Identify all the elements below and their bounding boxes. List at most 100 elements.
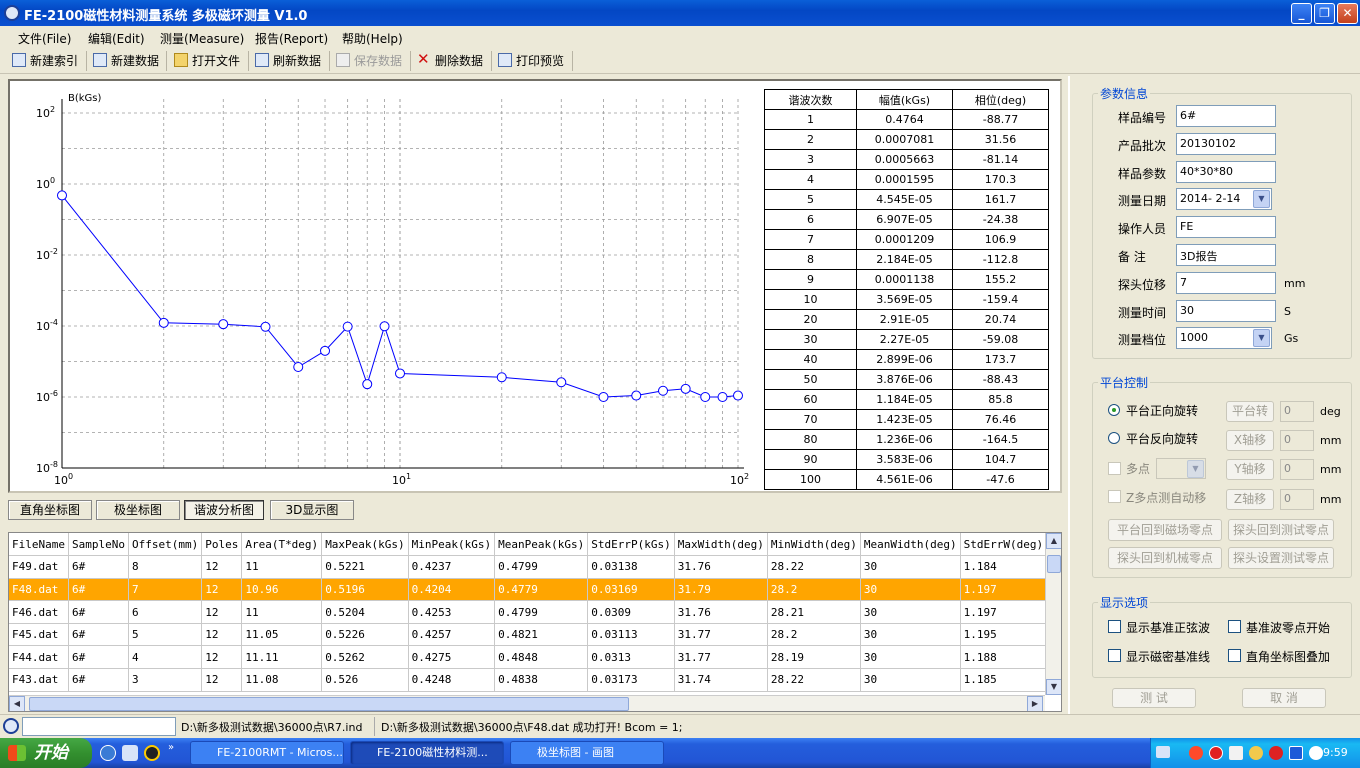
show-sine-checkbox[interactable] [1108,620,1121,633]
param-input[interactable]: 2014- 2-14 ▼ [1176,188,1272,211]
menu-help[interactable]: 帮助(Help) [342,30,403,47]
grid-header-cell[interactable]: MaxWidth(deg) [674,533,768,557]
print-preview-button[interactable]: 打印预览 [498,52,564,70]
param-input[interactable]: 3D报告 [1176,244,1276,266]
grid-cell[interactable]: 0.5196 [321,578,409,602]
param-input[interactable]: 7 [1176,271,1276,294]
grid-cell[interactable]: 12 [201,645,243,670]
tab-cartesian[interactable]: 直角坐标图 [8,500,92,520]
grid-cell[interactable]: 0.0309 [587,600,675,624]
param-input[interactable]: 40*30*80 [1176,160,1276,183]
grid-cell[interactable]: 11.05 [241,623,323,647]
axis-move-button[interactable]: X轴移 [1226,430,1274,452]
grid-cell[interactable]: 28.19 [767,645,861,670]
grid-cell[interactable]: F46.dat [9,600,69,624]
axis-move-button[interactable]: 平台转 [1226,401,1274,422]
grid-header-cell[interactable]: MinWidth(deg) [767,533,861,557]
menu-edit[interactable]: 编辑(Edit) [88,30,145,47]
grid-cell[interactable]: 12 [201,555,243,579]
grid-cell[interactable]: 30 [860,668,961,692]
grid-cell[interactable]: 1.188 [960,645,1048,670]
grid-header-cell[interactable]: SampleNo [68,533,129,557]
grid-cell[interactable]: 0.4248 [408,668,496,692]
grid-cell[interactable]: 0.03173 [587,668,675,692]
probe-to-mech-zero-button[interactable]: 探头回到机械零点 [1108,547,1222,569]
grid-cell[interactable]: 28.22 [767,555,861,579]
volume-icon[interactable] [1229,746,1243,760]
grid-cell[interactable]: 30 [860,645,961,670]
grid-cell[interactable]: 0.4848 [494,645,589,670]
horizontal-scroll-thumb[interactable] [29,697,629,711]
scroll-up-icon[interactable]: ▲ [1046,533,1061,549]
grid-header-cell[interactable]: StdErrW(deg) [960,533,1048,557]
grid-cell[interactable]: 0.5221 [321,555,409,579]
grid-cell[interactable]: 12 [201,578,243,602]
minimize-button[interactable]: _ [1291,3,1312,24]
grid-header-cell[interactable]: Offset(mm) [128,533,203,557]
grid-cell[interactable]: 0.4799 [494,600,589,624]
grid-cell[interactable]: 31.76 [674,600,768,624]
grid-cell[interactable]: 0.5262 [321,645,409,670]
grid-cell[interactable]: 8 [128,555,203,579]
grid-header-cell[interactable]: StdErrP(kGs) [587,533,675,557]
grid-cell[interactable]: 0.03169 [587,578,675,602]
status-input[interactable] [22,717,176,736]
grid-cell[interactable]: 6# [68,645,129,670]
ie-quicklaunch-icon[interactable] [100,745,116,761]
grid-cell[interactable]: 11 [241,555,323,579]
app-icon[interactable] [4,5,20,21]
cartesian-overlay-checkbox[interactable] [1228,649,1241,662]
param-input[interactable]: 30 [1176,299,1276,322]
grid-cell[interactable]: 30 [860,578,961,602]
grid-cell[interactable]: 30 [860,600,961,624]
ref-zero-start-checkbox[interactable] [1228,620,1241,633]
grid-cell[interactable]: 6 [128,600,203,624]
keyboard-icon[interactable] [1156,746,1170,758]
grid-cell[interactable]: F43.dat [9,668,69,692]
show-desktop-icon[interactable] [122,745,138,761]
grid-cell[interactable]: F49.dat [9,555,69,579]
menu-measure[interactable]: 测量(Measure) [160,30,244,47]
task-paint[interactable]: 极坐标图 - 画图 [510,741,664,765]
qq-icon[interactable] [144,745,160,761]
axis-value-input[interactable]: 0 [1280,488,1314,510]
menu-file[interactable]: 文件(File) [18,30,71,47]
grid-cell[interactable]: 0.03113 [587,623,675,647]
new-data-button[interactable]: 新建数据 [93,52,159,70]
grid-cell[interactable]: 28.2 [767,623,861,647]
grid-header-cell[interactable]: MaxPeak(kGs) [321,533,409,557]
table-row[interactable]: F49.dat 6# 8 12 11 0.5221 0.4237 0.4799 0.03138 3… [9,555,1048,579]
grid-header-cell[interactable]: Area(T*deg) [241,533,323,557]
grid-cell[interactable]: 3 [128,668,203,692]
grid-cell[interactable]: 11 [241,600,323,624]
grid-cell[interactable]: 0.4799 [494,555,589,579]
param-input[interactable]: 20130102 [1176,132,1276,155]
grid-cell[interactable]: 0.4204 [408,578,496,602]
param-input[interactable]: 1000 ▼ [1176,327,1272,350]
grid-cell[interactable]: 6# [68,578,129,602]
grid-cell[interactable]: 28.22 [767,668,861,692]
grid-header-cell[interactable]: MeanWidth(deg) [860,533,961,557]
grid-cell[interactable]: 0.5226 [321,623,409,647]
grid-cell[interactable]: 10.96 [241,578,323,602]
multipoint-select[interactable]: ▼ [1156,458,1206,479]
task-fe2100rmt[interactable]: FE-2100RMT - Micros... [190,741,344,765]
multipoint-checkbox[interactable] [1108,462,1121,475]
param-input[interactable]: FE [1176,216,1276,239]
grid-cell[interactable]: 30 [860,623,961,647]
grid-cell[interactable]: 0.03138 [587,555,675,579]
grid-cell[interactable]: 0.4838 [494,668,589,692]
probe-to-test-zero-button[interactable]: 探头回到测试零点 [1228,519,1334,541]
refresh-data-button[interactable]: 刷新数据 [255,52,321,70]
clock-sync-icon[interactable] [1309,746,1323,760]
axis-move-button[interactable]: Y轴移 [1226,459,1274,481]
axis-value-input[interactable]: 0 [1280,401,1314,422]
grid-cell[interactable]: 0.526 [321,668,409,692]
axis-value-input[interactable]: 0 [1280,459,1314,481]
grid-cell[interactable]: 6# [68,668,129,692]
grid-cell[interactable]: 31.79 [674,578,768,602]
grid-cell[interactable]: 0.4821 [494,623,589,647]
grid-cell[interactable]: 0.4257 [408,623,496,647]
grid-cell[interactable]: 5 [128,623,203,647]
table-row[interactable]: F46.dat 6# 6 12 11 0.5204 0.4253 0.4799 0.0309 31… [9,600,1048,624]
